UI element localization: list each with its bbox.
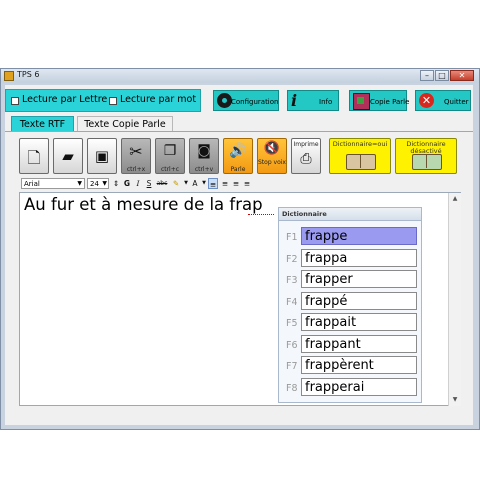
dictionary-on-button[interactable]: Dictionnaire=oui (329, 138, 391, 174)
dictionary-popup: Dictionnaire F1 frappe F2 frappa F3 frapper F4… (278, 207, 422, 403)
scroll-down-icon[interactable]: ▼ (451, 396, 459, 404)
close-icon: ✕ (419, 93, 434, 108)
dictionary-item-key: F1 (286, 232, 298, 243)
floppy-disk-icon: ▣ (94, 147, 110, 165)
dictionary-item[interactable]: frapper (301, 270, 417, 288)
open-folder-button[interactable]: ▰ (53, 138, 83, 174)
lecture-mot-label: Lecture par mot (120, 94, 197, 105)
vertical-scrollbar[interactable]: ▲ ▼ (448, 193, 461, 406)
gear-icon (217, 93, 232, 108)
tab-divider (5, 131, 473, 132)
printer-icon: ⎙ (300, 151, 312, 167)
tab-texte-copie-parle[interactable]: Texte Copie Parle (77, 116, 173, 131)
format-toolbar: Arial ▼ 24 ▼ ⇕ G I S abc ✎ ▼ A ▼ ≡ ≡ ≡ ≡ (21, 178, 469, 190)
dictionary-item[interactable]: frappa (301, 248, 417, 267)
spellcheck-underline (248, 213, 274, 215)
title-bar[interactable]: TPS 6 – □ ✕ (1, 69, 479, 83)
editor-text: Au fur et à mesure de la frap (24, 195, 263, 214)
speaker-mute-icon: 🔇 (263, 141, 281, 156)
dictionary-item[interactable]: frappe (301, 227, 417, 245)
copy-speak-icon (353, 93, 370, 110)
size-stepper[interactable]: ⇕ (111, 178, 121, 189)
cut-button[interactable]: ✂ ctrl+x (121, 138, 151, 174)
dictionary-off-button[interactable]: Dictionnaire désactivé (395, 138, 457, 174)
align-center-icon[interactable]: ≡ (220, 178, 230, 189)
strikethrough-button[interactable]: abc (155, 178, 169, 189)
folder-icon: ▰ (62, 147, 74, 165)
align-left-icon[interactable]: ≡ (208, 178, 218, 189)
speaker-icon: 🔊 (229, 143, 247, 159)
dictionary-item-key: F7 (286, 361, 298, 372)
app-window: TPS 6 – □ ✕ Lecture par Lettre Lecture p… (0, 68, 480, 430)
speak-button[interactable]: 🔊 Parle (223, 138, 253, 174)
camera-icon: ◙ (197, 143, 211, 159)
align-right-icon[interactable]: ≡ (231, 178, 241, 189)
dictionary-item-key: F5 (286, 318, 298, 329)
info-button[interactable]: i Info (287, 90, 339, 111)
lecture-mot-checkbox[interactable] (109, 97, 117, 105)
configuration-button[interactable]: Configuration (213, 90, 279, 111)
tab-texte-rtf[interactable]: Texte RTF (11, 116, 74, 131)
bold-button[interactable]: G (122, 178, 132, 189)
close-button[interactable]: ✕ (450, 70, 474, 81)
paste-button[interactable]: ◙ ctrl+v (189, 138, 219, 174)
font-select[interactable]: Arial ▼ (21, 178, 85, 189)
lecture-lettre-label: Lecture par Lettre (22, 94, 108, 105)
align-justify-icon[interactable]: ≡ (242, 178, 252, 189)
maximize-button[interactable]: □ (435, 70, 449, 81)
new-document-icon: 🗋 (27, 148, 41, 167)
dictionary-item-key: F6 (286, 339, 298, 351)
size-select[interactable]: 24 ▼ (87, 178, 109, 189)
dictionary-item-key: F2 (286, 253, 298, 265)
book-disabled-icon (412, 154, 442, 170)
save-button[interactable]: ▣ (87, 138, 117, 174)
scroll-up-icon[interactable]: ▲ (451, 195, 459, 203)
quitter-button[interactable]: ✕ Quitter (415, 90, 471, 111)
dictionary-item-key: F4 (286, 296, 298, 308)
copy-icon: ❐ (163, 143, 177, 159)
reading-mode-panel: Lecture par Lettre Lecture par mot (5, 89, 201, 112)
dictionary-item[interactable]: frappèrent (301, 356, 417, 374)
underline-button[interactable]: S (144, 178, 154, 189)
dictionary-title: Dictionnaire (279, 208, 421, 221)
info-icon: i (291, 91, 298, 110)
scissors-icon: ✂ (129, 142, 143, 161)
client-area: Lecture par Lettre Lecture par mot Confi… (5, 85, 473, 425)
print-button[interactable]: Imprime ⎙ (291, 138, 321, 174)
book-icon (346, 154, 376, 170)
window-title: TPS 6 (17, 70, 40, 79)
app-icon (4, 71, 14, 81)
status-strip (5, 415, 473, 425)
copy-button[interactable]: ❐ ctrl+c (155, 138, 185, 174)
dictionary-item-key: F8 (286, 382, 298, 394)
rich-text-editor[interactable]: Au fur et à mesure de la frap Dictionnai… (19, 192, 461, 406)
dictionary-item-key: F3 (286, 275, 298, 286)
highlight-pen-icon[interactable]: ✎ (171, 178, 181, 189)
dictionary-item[interactable]: frapperai (301, 377, 417, 396)
minimize-button[interactable]: – (420, 70, 434, 81)
dictionary-item[interactable]: frappait (301, 313, 417, 331)
lecture-lettre-checkbox[interactable] (11, 97, 19, 105)
italic-button[interactable]: I (133, 178, 143, 189)
copie-parle-button[interactable]: Copie Parle (349, 90, 409, 111)
dictionary-item[interactable]: frappé (301, 291, 417, 310)
dictionary-item[interactable]: frappant (301, 334, 417, 353)
new-document-button[interactable]: 🗋 (19, 138, 49, 174)
stop-voice-button[interactable]: 🔇 Stop voix (257, 138, 287, 174)
